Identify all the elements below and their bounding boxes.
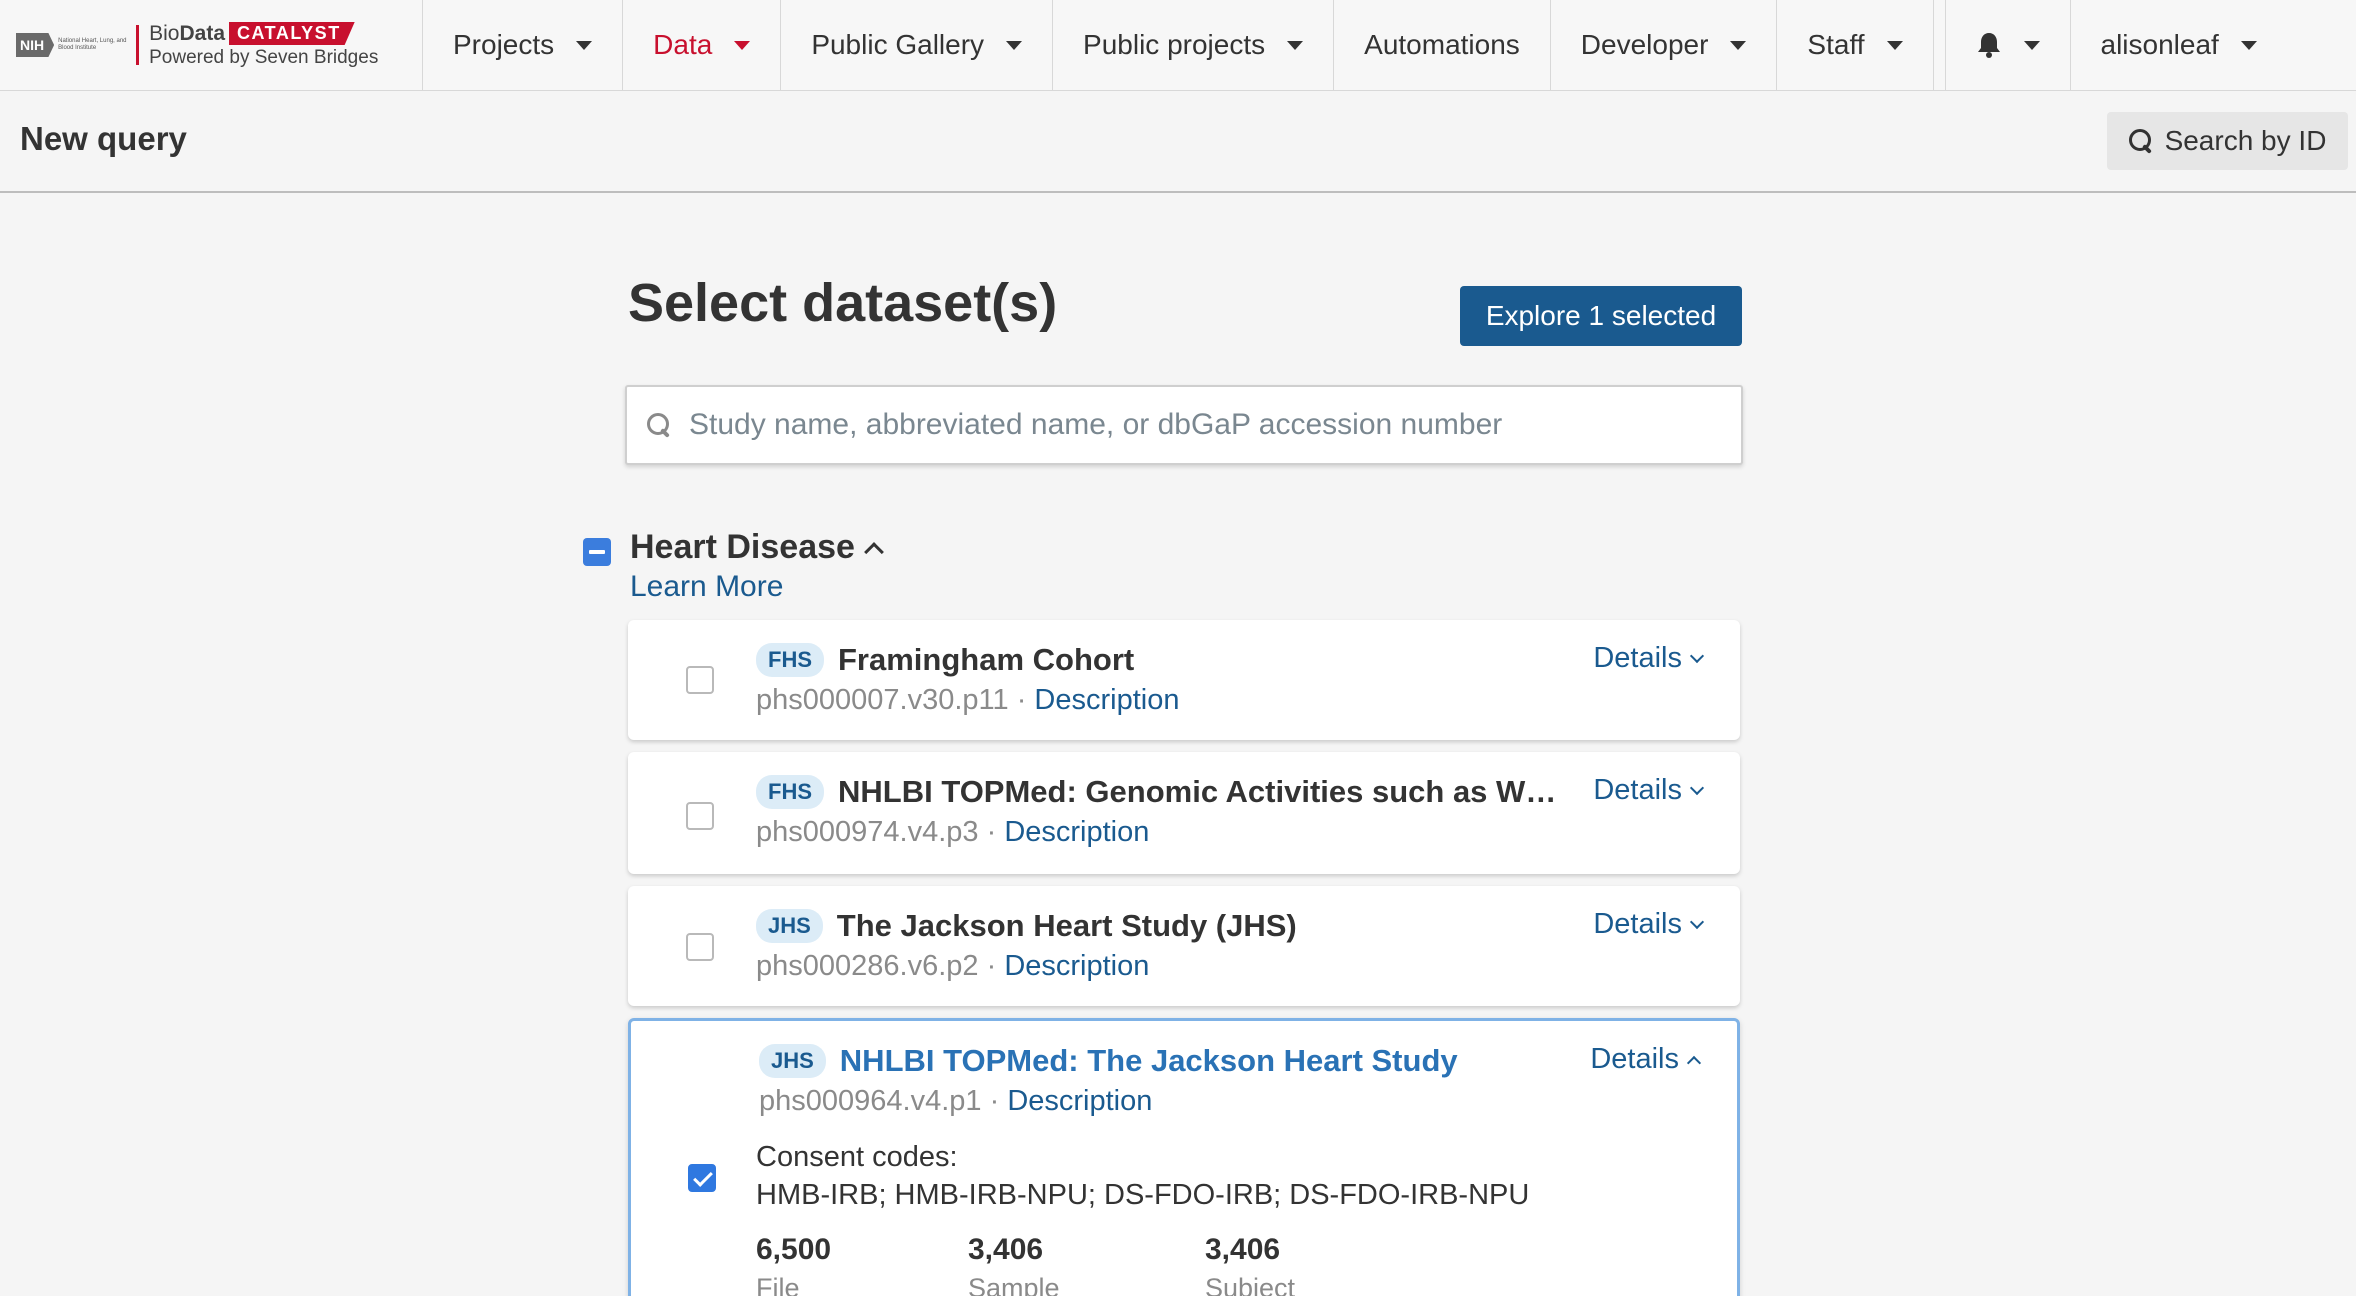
nav-automations[interactable]: Automations xyxy=(1334,0,1551,90)
caret-down-icon xyxy=(734,40,751,50)
dataset-search[interactable] xyxy=(625,385,1743,465)
dataset-card: FHS Framingham Cohort phs000007.v30.p11 … xyxy=(628,620,1740,740)
nav-developer[interactable]: Developer xyxy=(1551,0,1778,90)
brand-tagline: Powered by Seven Bridges xyxy=(149,46,379,68)
details-toggle[interactable]: Details xyxy=(1593,908,1705,941)
chevron-down-icon xyxy=(1689,648,1705,663)
stat-samples: 3,406 Sample xyxy=(968,1233,1060,1296)
details-toggle[interactable]: Details xyxy=(1593,642,1705,675)
search-icon xyxy=(647,413,671,437)
dataset-search-input[interactable] xyxy=(689,408,1709,442)
search-icon xyxy=(2128,129,2153,153)
caret-down-icon xyxy=(1730,40,1747,50)
dataset-accession: phs000974.v4.p3 xyxy=(756,816,979,848)
dataset-name: The Jackson Heart Study (JHS) xyxy=(836,908,1297,943)
description-link[interactable]: Description xyxy=(1034,684,1179,716)
nav-notifications[interactable] xyxy=(1946,0,2071,90)
learn-more-link[interactable]: Learn More xyxy=(630,570,783,604)
search-by-id-button[interactable]: Search by ID xyxy=(2107,112,2348,170)
description-link[interactable]: Description xyxy=(1004,816,1149,848)
top-navigation: NIH National Heart, Lung, and Blood Inst… xyxy=(0,0,2356,91)
caret-down-icon xyxy=(2023,40,2040,50)
dataset-name[interactable]: NHLBI TOPMed: The Jackson Heart Study xyxy=(840,1043,1458,1079)
dataset-name: Framingham Cohort xyxy=(838,642,1135,677)
caret-down-icon xyxy=(1886,40,1903,50)
nav-public-gallery[interactable]: Public Gallery xyxy=(781,0,1054,90)
page-header-title: New query xyxy=(20,120,187,157)
dataset-checkbox[interactable] xyxy=(686,666,714,694)
details-toggle[interactable]: Details xyxy=(1593,774,1705,807)
description-link[interactable]: Description xyxy=(1007,1085,1152,1117)
dataset-name: NHLBI TOPMed: Genomic Activities such as… xyxy=(838,774,1558,809)
study-abbr-badge: JHS xyxy=(759,1044,826,1078)
brand-catalyst: CATALYST xyxy=(229,22,355,45)
stat-subjects: 3,406 Subject xyxy=(1205,1233,1296,1296)
dataset-accession: phs000007.v30.p11 xyxy=(756,684,1009,716)
study-abbr-badge: JHS xyxy=(756,909,823,943)
dataset-card: JHS The Jackson Heart Study (JHS) phs000… xyxy=(628,886,1740,1006)
study-abbr-badge: FHS xyxy=(756,775,824,809)
nih-logo: NIH National Heart, Lung, and Blood Inst… xyxy=(16,32,128,58)
nav-user-menu[interactable]: alisonleaf xyxy=(2071,0,2287,90)
stat-files: 6,500 File xyxy=(756,1233,832,1296)
consent-codes: HMB-IRB; HMB-IRB-NPU; DS-FDO-IRB; DS-FDO… xyxy=(756,1179,1530,1211)
dataset-checkbox-checked[interactable] xyxy=(688,1164,716,1192)
bell-icon xyxy=(1977,33,2000,58)
explore-selected-button[interactable]: Explore 1 selected xyxy=(1460,286,1742,346)
page-title: Select dataset(s) xyxy=(628,273,1058,333)
consent-label: Consent codes: xyxy=(756,1141,958,1173)
caret-down-icon xyxy=(1287,40,1304,50)
details-toggle[interactable]: Details xyxy=(1590,1043,1702,1076)
nav-projects[interactable]: Projects xyxy=(423,0,624,90)
chevron-up-icon xyxy=(1686,1055,1702,1070)
nav-data[interactable]: Data xyxy=(623,0,782,90)
chevron-up-icon xyxy=(864,541,884,562)
caret-down-icon xyxy=(1006,40,1023,50)
brand-logo[interactable]: NIH National Heart, Lung, and Blood Inst… xyxy=(0,0,423,90)
dataset-card-selected: JHS NHLBI TOPMed: The Jackson Heart Stud… xyxy=(628,1018,1740,1296)
description-link[interactable]: Description xyxy=(1004,950,1149,982)
nav-spacer xyxy=(1934,0,1946,90)
dataset-card: FHS NHLBI TOPMed: Genomic Activities suc… xyxy=(628,752,1740,874)
caret-down-icon xyxy=(576,40,593,50)
brand-name: BioData xyxy=(149,21,226,45)
dataset-accession: phs000964.v4.p1 xyxy=(759,1085,982,1117)
page-header: New query Search by ID xyxy=(0,92,2356,193)
nav-staff[interactable]: Staff xyxy=(1777,0,1934,90)
study-abbr-badge: FHS xyxy=(756,643,824,677)
dataset-checkbox[interactable] xyxy=(686,933,714,961)
chevron-down-icon xyxy=(1689,914,1705,929)
dataset-accession: phs000286.v6.p2 xyxy=(756,950,979,982)
group-heading[interactable]: Heart Disease xyxy=(630,528,884,567)
nav-public-projects[interactable]: Public projects xyxy=(1053,0,1335,90)
group-checkbox-partial[interactable] xyxy=(583,538,611,566)
chevron-down-icon xyxy=(1689,780,1705,795)
caret-down-icon xyxy=(2240,40,2257,50)
dataset-checkbox[interactable] xyxy=(686,802,714,830)
brand-divider xyxy=(136,25,140,65)
